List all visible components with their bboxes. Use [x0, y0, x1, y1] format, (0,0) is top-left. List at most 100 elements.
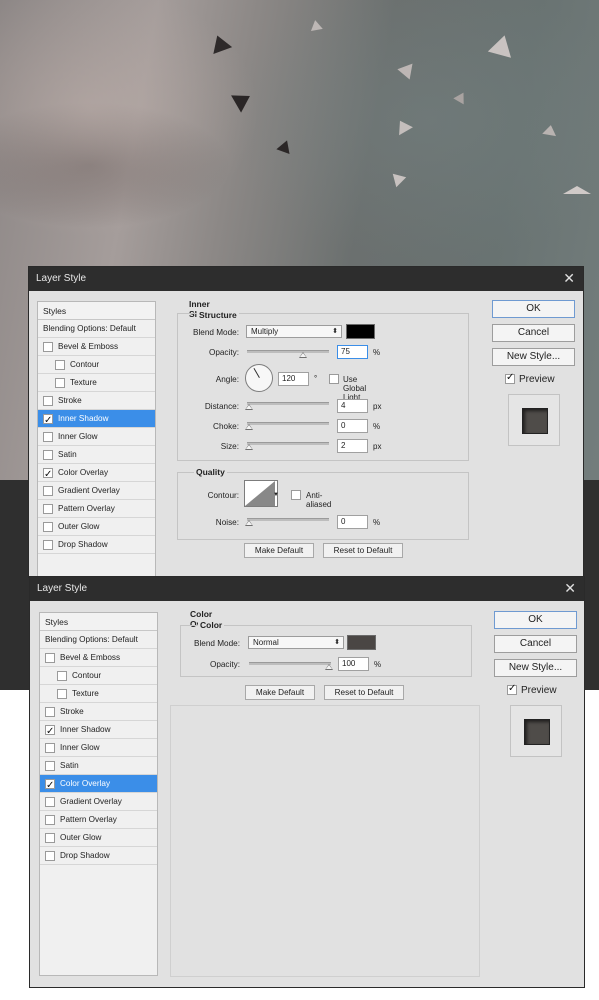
style-item-pattern-overlay[interactable]: Pattern Overlay: [40, 811, 157, 829]
close-icon[interactable]: ✕: [563, 270, 575, 287]
style-checkbox[interactable]: [45, 814, 55, 825]
noise-slider[interactable]: [245, 518, 329, 526]
style-item-outer-glow[interactable]: Outer Glow: [40, 829, 157, 847]
style-checkbox[interactable]: [43, 431, 53, 442]
style-item-inner-shadow[interactable]: Inner Shadow: [40, 721, 157, 741]
size-slider[interactable]: [245, 442, 329, 450]
noise-slider-thumb[interactable]: [245, 520, 253, 526]
style-checkbox[interactable]: [43, 503, 53, 514]
dialog-titlebar: Layer Style ✕: [29, 267, 583, 291]
style-item-bevel-emboss[interactable]: Bevel & Emboss: [40, 649, 157, 667]
reset-to-default-button[interactable]: Reset to Default: [323, 543, 403, 558]
style-item-label: Color Overlay: [58, 467, 109, 477]
angle-dial[interactable]: [245, 364, 273, 392]
style-item-inner-shadow[interactable]: Inner Shadow: [38, 410, 155, 430]
size-slider-thumb[interactable]: [245, 444, 253, 450]
style-checkbox[interactable]: [43, 395, 53, 406]
anti-aliased-checkbox[interactable]: [291, 490, 301, 500]
styles-header[interactable]: Styles: [38, 302, 155, 320]
make-default-button[interactable]: Make Default: [245, 685, 315, 700]
ok-button[interactable]: OK: [494, 611, 577, 629]
style-checkbox[interactable]: [45, 760, 55, 771]
style-item-color-overlay[interactable]: Color Overlay: [40, 775, 157, 795]
new-style-button[interactable]: New Style...: [494, 659, 577, 677]
blend-mode-select[interactable]: Normal ⬍: [248, 636, 344, 649]
style-item-label: Drop Shadow: [60, 850, 110, 860]
style-item-stroke[interactable]: Stroke: [40, 703, 157, 721]
preview-checkbox[interactable]: [505, 372, 515, 384]
noise-input[interactable]: 0: [337, 515, 368, 529]
blend-color-swatch[interactable]: [347, 635, 376, 650]
style-checkbox[interactable]: [45, 652, 55, 663]
style-item-pattern-overlay[interactable]: Pattern Overlay: [38, 500, 155, 518]
style-item-gradient-overlay[interactable]: Gradient Overlay: [38, 482, 155, 500]
angle-input[interactable]: 120: [278, 372, 309, 386]
choke-slider-thumb[interactable]: [245, 424, 253, 430]
style-item-stroke[interactable]: Stroke: [38, 392, 155, 410]
style-checkbox[interactable]: [43, 485, 53, 496]
style-checkbox[interactable]: [57, 688, 67, 699]
style-checkbox[interactable]: [45, 796, 55, 807]
style-item-satin[interactable]: Satin: [38, 446, 155, 464]
style-checkbox[interactable]: [45, 742, 55, 753]
blend-color-swatch[interactable]: [346, 324, 375, 339]
opacity-slider[interactable]: [247, 350, 329, 358]
opacity-slider-thumb[interactable]: [299, 352, 307, 358]
style-item-satin[interactable]: Satin: [40, 757, 157, 775]
style-item-texture[interactable]: Texture: [40, 685, 157, 703]
style-checkbox[interactable]: [45, 723, 55, 741]
style-item-drop-shadow[interactable]: Drop Shadow: [40, 847, 157, 865]
ok-button[interactable]: OK: [492, 300, 575, 318]
styles-header[interactable]: Styles: [40, 613, 157, 631]
style-checkbox[interactable]: [43, 466, 53, 484]
style-item-blending-options-default[interactable]: Blending Options: Default: [40, 631, 157, 649]
choke-input[interactable]: 0: [337, 419, 368, 433]
size-input[interactable]: 2: [337, 439, 368, 453]
distance-input[interactable]: 4: [337, 399, 368, 413]
style-checkbox[interactable]: [43, 521, 53, 532]
style-checkbox[interactable]: [55, 377, 65, 388]
opacity-input[interactable]: 75: [337, 345, 368, 359]
style-item-contour[interactable]: Contour: [38, 356, 155, 374]
style-item-drop-shadow[interactable]: Drop Shadow: [38, 536, 155, 554]
choke-slider[interactable]: [245, 422, 329, 430]
style-item-texture[interactable]: Texture: [38, 374, 155, 392]
style-item-contour[interactable]: Contour: [40, 667, 157, 685]
style-item-label: Texture: [72, 688, 99, 698]
global-light-checkbox[interactable]: [329, 374, 339, 384]
blend-mode-select[interactable]: Multiply ⬍: [246, 325, 342, 338]
style-item-bevel-emboss[interactable]: Bevel & Emboss: [38, 338, 155, 356]
style-checkbox[interactable]: [45, 832, 55, 843]
style-item-gradient-overlay[interactable]: Gradient Overlay: [40, 793, 157, 811]
style-checkbox[interactable]: [55, 359, 65, 370]
style-item-inner-glow[interactable]: Inner Glow: [38, 428, 155, 446]
style-checkbox[interactable]: [43, 341, 53, 352]
style-checkbox[interactable]: [43, 449, 53, 460]
style-item-blending-options-default[interactable]: Blending Options: Default: [38, 320, 155, 338]
opacity-slider[interactable]: [249, 662, 333, 670]
style-checkbox[interactable]: [57, 670, 67, 681]
cancel-button[interactable]: Cancel: [494, 635, 577, 653]
style-checkbox[interactable]: [43, 412, 53, 430]
close-icon[interactable]: ✕: [564, 580, 576, 597]
contour-dropdown-icon[interactable]: ▼: [273, 492, 279, 498]
style-checkbox[interactable]: [43, 539, 53, 550]
style-item-label: Bevel & Emboss: [60, 652, 121, 662]
style-checkbox[interactable]: [45, 706, 55, 717]
new-style-button[interactable]: New Style...: [492, 348, 575, 366]
style-item-inner-glow[interactable]: Inner Glow: [40, 739, 157, 757]
preview-swatch: [522, 408, 548, 434]
style-item-color-overlay[interactable]: Color Overlay: [38, 464, 155, 484]
make-default-button[interactable]: Make Default: [244, 543, 314, 558]
cancel-button[interactable]: Cancel: [492, 324, 575, 342]
reset-to-default-button[interactable]: Reset to Default: [324, 685, 404, 700]
opacity-slider-thumb[interactable]: [325, 664, 333, 670]
style-checkbox[interactable]: [45, 777, 55, 795]
style-checkbox[interactable]: [45, 850, 55, 861]
style-item-outer-glow[interactable]: Outer Glow: [38, 518, 155, 536]
distance-label: Distance:: [204, 402, 239, 411]
opacity-input[interactable]: 100: [338, 657, 369, 671]
distance-slider[interactable]: [245, 402, 329, 410]
distance-slider-thumb[interactable]: [245, 404, 253, 410]
preview-checkbox[interactable]: [507, 683, 517, 695]
